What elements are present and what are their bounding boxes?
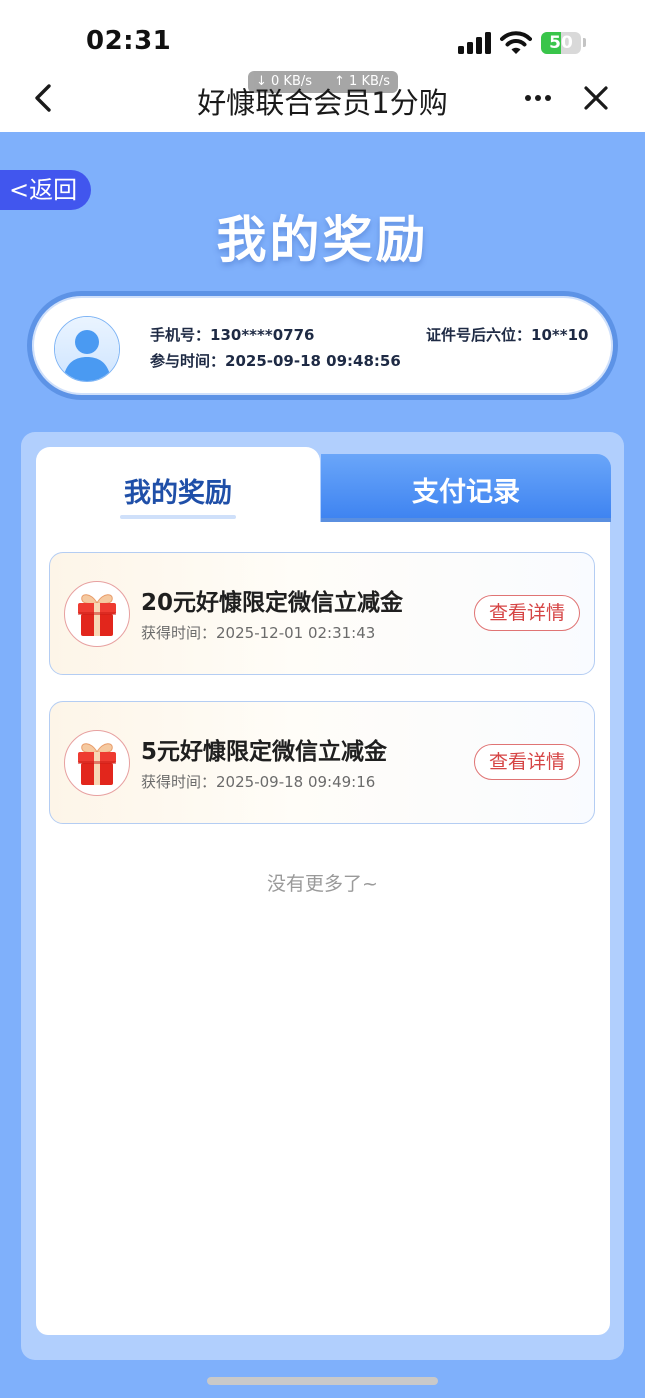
avatar: [54, 316, 120, 382]
close-icon[interactable]: [580, 82, 612, 114]
user-info-card: 手机号：130****0776 证件号后六位：10**10 参与时间：2025-…: [27, 291, 618, 400]
view-details-button[interactable]: 查看详情: [474, 744, 580, 780]
reward-item: 20元好慷限定微信立减金 获得时间：2025-12-01 02:31:43 查看…: [49, 552, 595, 675]
reward-time-label: 获得时间：: [141, 773, 217, 791]
back-chevron-icon[interactable]: [28, 78, 60, 118]
status-time: 02:31: [86, 26, 172, 56]
reward-time: 获得时间：2025-09-18 09:49:16: [141, 771, 375, 792]
tab-my-rewards-label: 我的奖励: [124, 478, 232, 509]
user-avatar-icon: [55, 317, 119, 381]
tab-active-underline: [120, 515, 236, 519]
join-time-row: 参与时间：2025-09-18 09:48:56: [150, 350, 401, 371]
reward-time: 获得时间：2025-12-01 02:31:43: [141, 622, 375, 643]
reward-time-value: 2025-12-01 02:31:43: [216, 624, 376, 642]
more-icon[interactable]: [520, 80, 556, 116]
reward-title: 5元好慷限定微信立减金: [141, 739, 388, 765]
phone-value: 130****0776: [210, 326, 315, 344]
reward-item: 5元好慷限定微信立减金 获得时间：2025-09-18 09:49:16 查看详…: [49, 701, 595, 824]
gift-icon: [64, 581, 130, 647]
tab-payment-records[interactable]: 支付记录: [321, 454, 611, 518]
gift-icon: [64, 730, 130, 796]
battery-tip: [583, 38, 586, 47]
nav-title: 好慷联合会员1分购: [197, 86, 448, 120]
tab-payment-records-label: 支付记录: [412, 477, 520, 508]
signal-icon: [458, 32, 492, 54]
wifi-icon: [500, 31, 532, 54]
tab-my-rewards[interactable]: 我的奖励: [36, 447, 320, 523]
reward-title: 20元好慷限定微信立减金: [141, 590, 404, 616]
id-label: 证件号后六位：: [426, 326, 532, 344]
phone-row: 手机号：130****0776: [150, 324, 314, 345]
id-row: 证件号后六位：10**10: [426, 324, 588, 345]
page-title: 我的奖励: [216, 211, 429, 269]
phone-label: 手机号：: [150, 326, 211, 344]
id-value: 10**10: [531, 326, 589, 344]
home-indicator[interactable]: [207, 1377, 438, 1385]
no-more-text: 没有更多了~: [267, 873, 378, 895]
battery-level: 50: [549, 33, 573, 53]
reward-time-label: 获得时间：: [141, 624, 217, 642]
join-time-label: 参与时间：: [150, 352, 226, 370]
top-bar: 02:31 50 ↓ 0 KB/s ↑ 1 KB/s 好慷联合会员1分购: [0, 0, 645, 132]
view-details-button[interactable]: 查看详情: [474, 595, 580, 631]
reward-time-value: 2025-09-18 09:49:16: [216, 773, 376, 791]
join-time-value: 2025-09-18 09:48:56: [225, 352, 401, 370]
battery-icon: 50: [541, 32, 581, 54]
